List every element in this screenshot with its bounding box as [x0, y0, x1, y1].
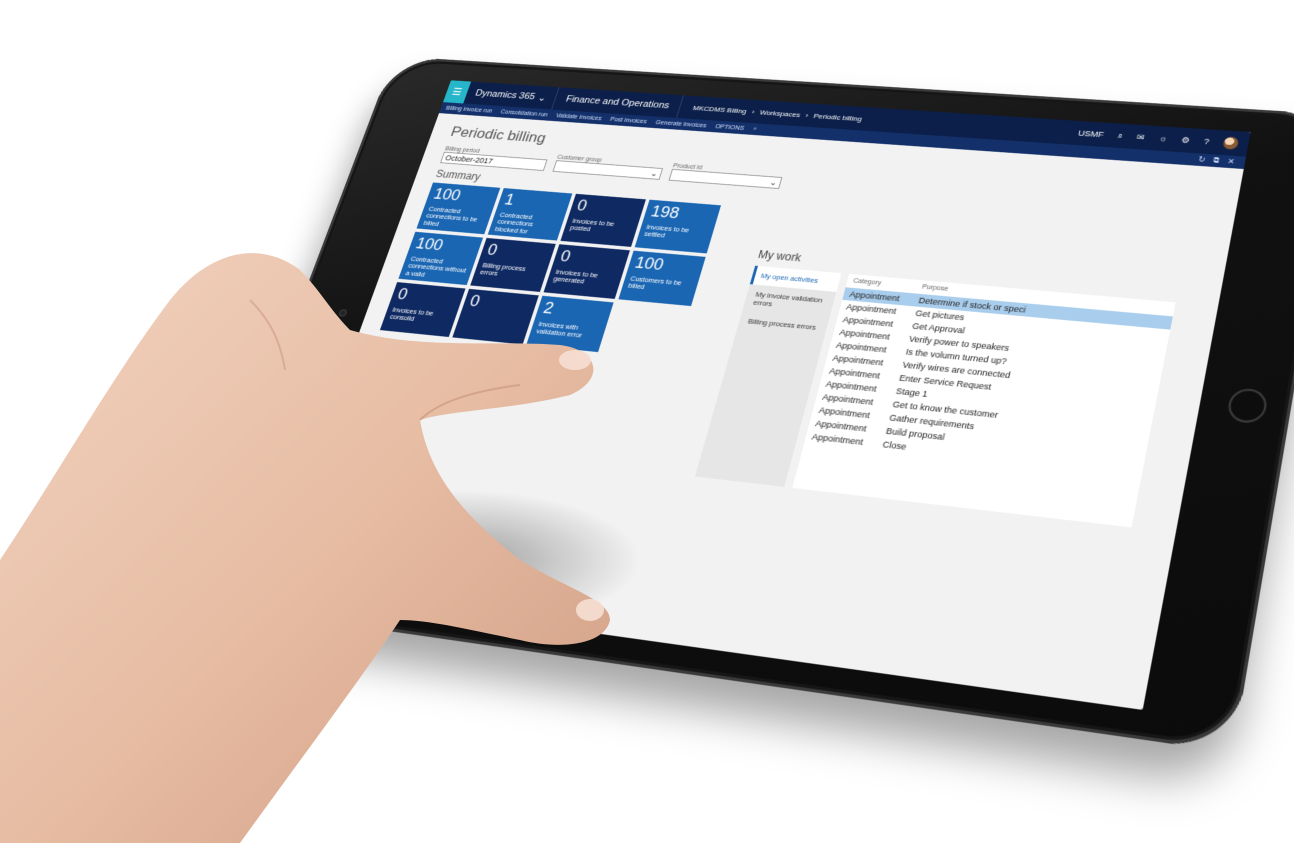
refresh-icon[interactable]: ↻ [1197, 155, 1206, 164]
summary-tile[interactable]: 0 Invoices to be generated [543, 244, 630, 299]
tile-label: Contracted connections to be billed [422, 204, 479, 228]
billing-period-filter: Billing period October-2017 [440, 146, 549, 171]
action-consolidation-run[interactable]: Consolidation run [500, 109, 549, 118]
action-validate-invoices[interactable]: Validate invoices [555, 113, 602, 122]
brand-label: Dynamics 365 [473, 88, 537, 102]
app-screen: ☰ Dynamics 365 ⌄ Finance and Operations … [266, 80, 1251, 710]
tile-count: 0 [574, 196, 590, 215]
summary-tile[interactable]: 2 Invoices with validation error [526, 295, 614, 353]
message-icon[interactable]: ✉ [1136, 132, 1145, 142]
billing-period-value: October-2017 [444, 153, 495, 166]
tile-label: Contracted connections blocked for [493, 210, 535, 236]
summary-tile[interactable]: 100 Customers to be billed [618, 250, 706, 307]
chevron-down-icon: ⌄ [768, 177, 779, 187]
chevron-down-icon: ⌄ [649, 168, 660, 178]
breadcrumb-item[interactable]: Workspaces [759, 108, 801, 118]
tile-label: Invoices to be settled [643, 222, 691, 240]
tile-count: 0 [558, 247, 573, 266]
tile-count: 100 [413, 234, 446, 254]
tile-label: Invoices to be consolid [388, 305, 435, 323]
tile-label: Invoices to be generated [552, 267, 600, 286]
tile-count: 1 [502, 190, 517, 209]
tile-label: Invoices with validation error [535, 319, 584, 340]
chevron-right-icon: › [751, 107, 756, 116]
summary-tile[interactable]: 0 Invoices to be consolid [379, 282, 466, 338]
tile-label: Customers to be billed [627, 274, 683, 292]
breadcrumb-item[interactable]: Periodic billing [813, 112, 863, 123]
tile-label: Invoices to be posted [569, 216, 616, 234]
summary-tile[interactable]: 0 Invoices to be posted [560, 193, 646, 247]
tile-count: 198 [648, 202, 682, 222]
cell-purpose: Close [881, 439, 908, 452]
tile-count: 0 [395, 285, 411, 304]
search-icon[interactable]: ⌕ [1117, 131, 1124, 141]
customer-group-filter: Customer group ⌄ [552, 154, 664, 180]
tablet-device: ☰ Dynamics 365 ⌄ Finance and Operations … [187, 56, 1294, 753]
summary-tile[interactable]: 100 Contracted connections without a vali… [398, 231, 484, 286]
chevron-right-icon: › [804, 111, 810, 119]
chevron-down-icon: ⌄ [536, 92, 548, 103]
summary-tile[interactable]: 0 Billing process errors [470, 237, 556, 292]
tile-count: 100 [632, 253, 666, 274]
column-header-purpose[interactable]: Purpose [921, 284, 949, 293]
search-icon[interactable]: ⌕ [752, 126, 757, 133]
summary-tile[interactable]: 100 Contracted connections to be billed [416, 182, 501, 235]
summary-tile[interactable]: 1 Contracted connections blocked for [487, 188, 573, 241]
action-billing-invoice-run[interactable]: Billing invoice run [445, 105, 493, 114]
action-options[interactable]: OPTIONS [714, 124, 744, 132]
cell-purpose: Stage 1 [894, 386, 929, 399]
help-icon[interactable]: ? [1203, 137, 1210, 146]
close-icon[interactable]: ✕ [1227, 157, 1235, 166]
gear-icon[interactable]: ⚙ [1180, 135, 1191, 145]
home-button[interactable] [1225, 387, 1270, 425]
lightbulb-icon[interactable]: ☼ [1158, 134, 1168, 143]
tile-count: 0 [485, 240, 500, 259]
tile-label: Billing process errors [478, 261, 528, 278]
tile-count: 0 [467, 291, 483, 311]
company-label[interactable]: USMF [1077, 129, 1104, 139]
action-generate-invoices[interactable]: Generate invoices [655, 120, 707, 129]
tile-count: 2 [541, 298, 557, 318]
popout-icon[interactable]: ⧉ [1213, 156, 1220, 165]
tile-label: Contracted connections without a valid [404, 254, 468, 279]
workspace-content: Periodic billing Billing period October-… [358, 113, 1244, 528]
summary-tile[interactable]: 198 Invoices to be settled [634, 199, 721, 254]
tile-count: 100 [431, 185, 464, 204]
activities-grid: Category Purpose Appointment Determine if… [792, 273, 1176, 528]
summary-tile[interactable]: 0 [452, 288, 539, 345]
my-work-panel: My work My open activities My invoice va… [694, 248, 1179, 528]
camera-lens [338, 309, 348, 317]
breadcrumb-item[interactable]: MKCDMS Billing [692, 104, 748, 115]
avatar[interactable] [1222, 136, 1240, 150]
grid-rows: Appointment Determine if stock or speci Ap… [804, 287, 1173, 479]
action-post-invoices[interactable]: Post invoices [609, 116, 647, 124]
product-id-filter: Product Id ⌄ [668, 163, 785, 190]
